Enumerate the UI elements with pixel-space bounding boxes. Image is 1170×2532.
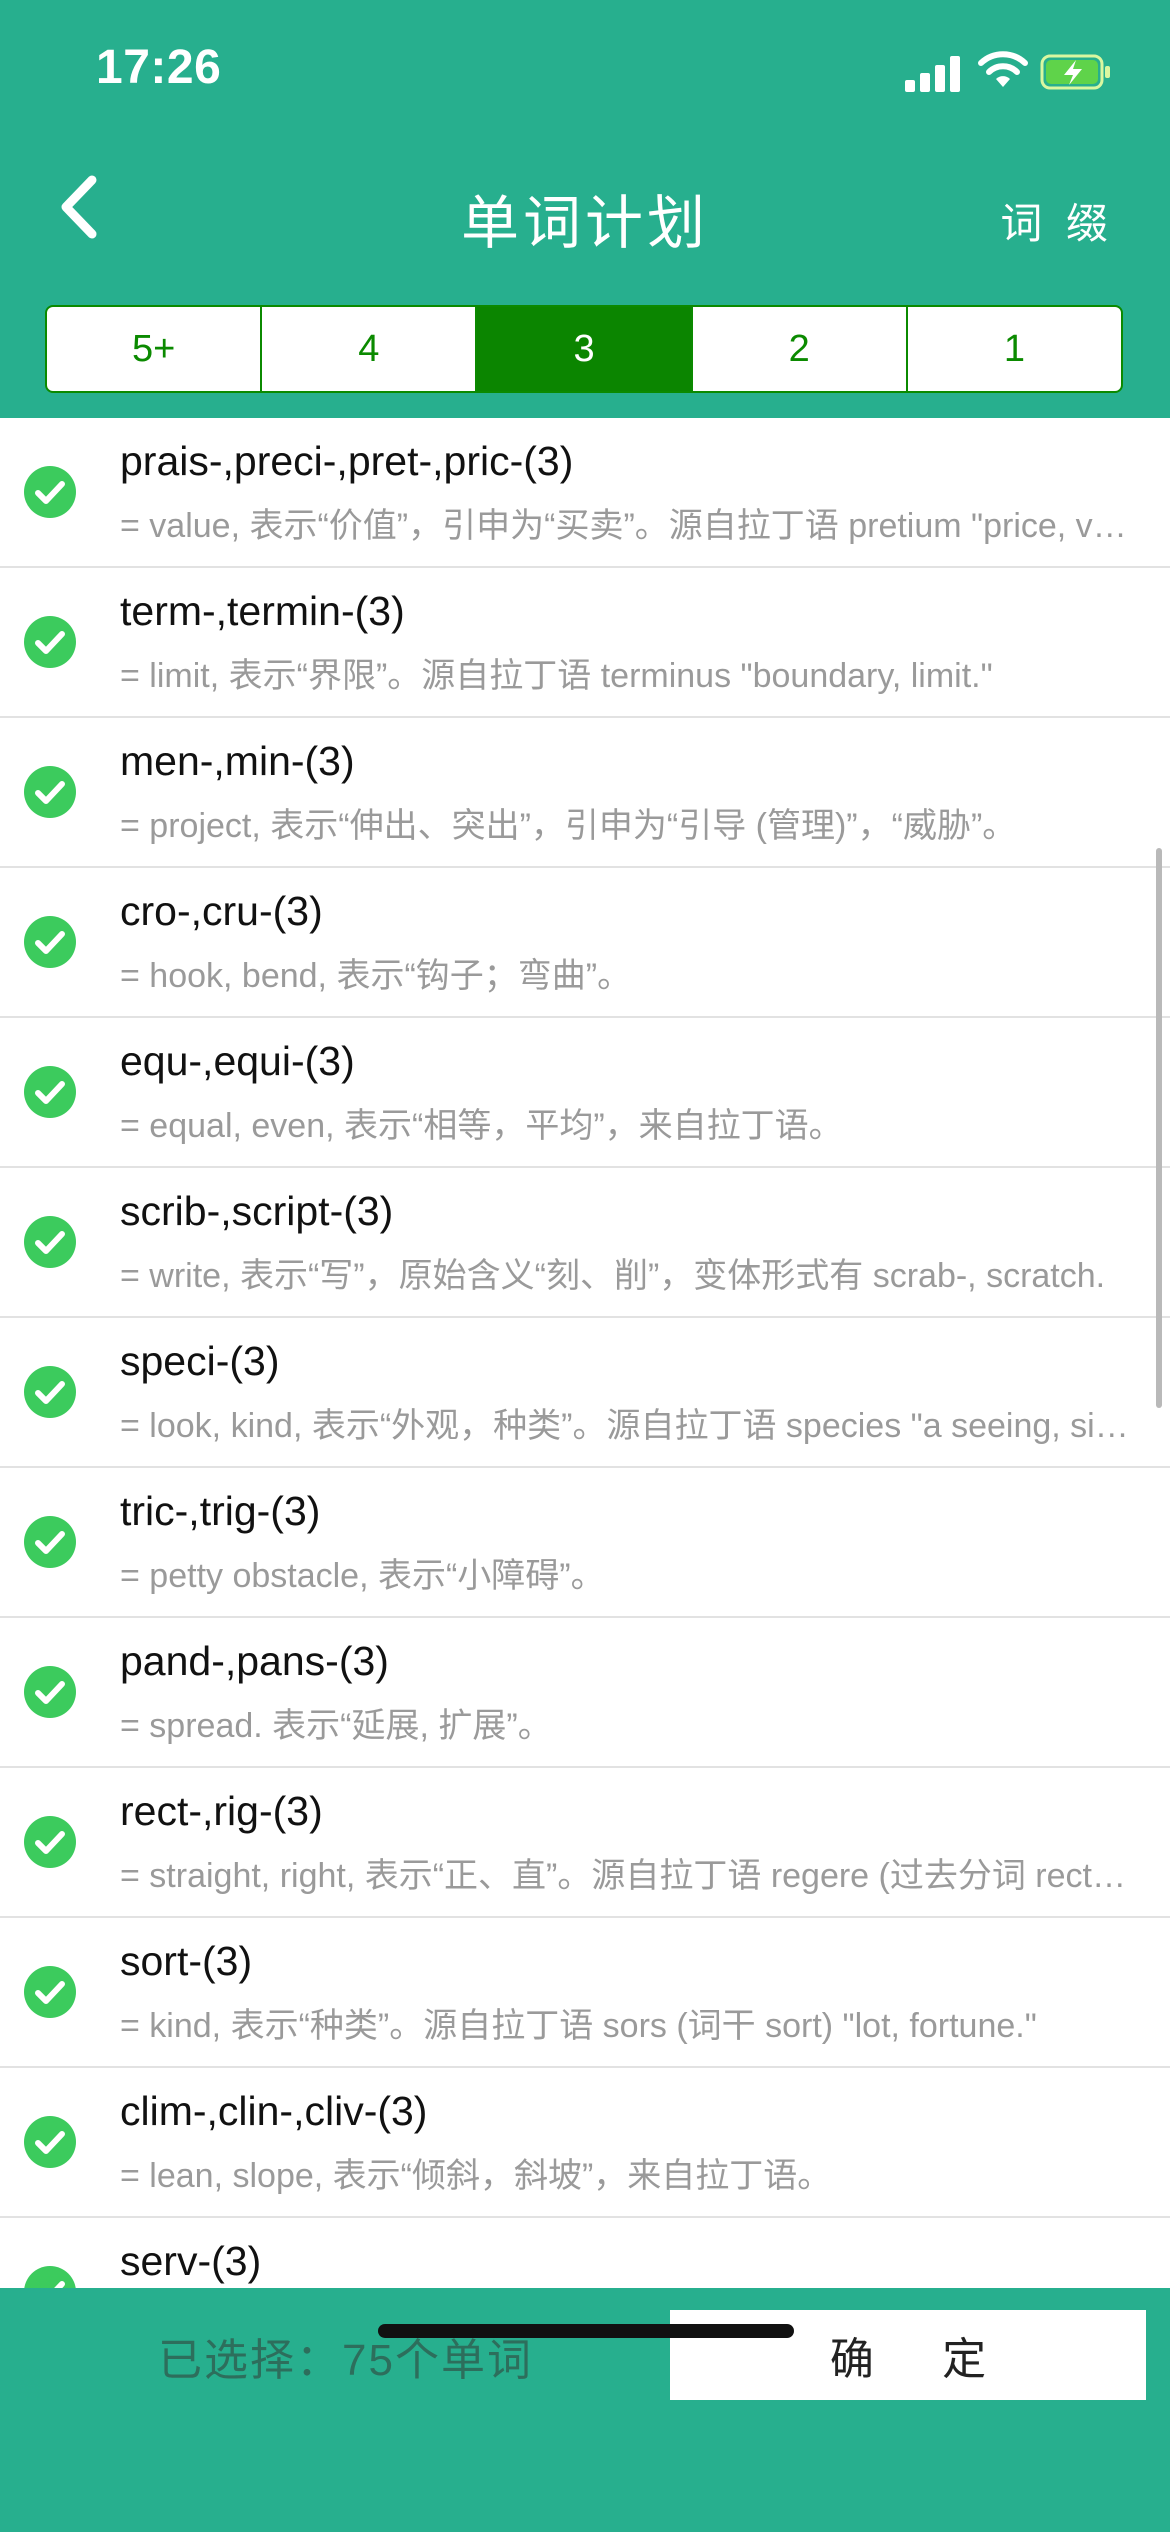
checkmark-circle-icon[interactable]: [24, 916, 76, 968]
item-description: = spread. 表示“延展, 扩展”。: [120, 1707, 552, 1745]
list-item[interactable]: equ-,equi-(3) = equal, even, 表示“相等，平均”，来…: [0, 1018, 1170, 1168]
segment-4[interactable]: 4: [262, 307, 478, 391]
item-title: pand-,pans-(3): [120, 1638, 389, 1684]
list-item[interactable]: speci-(3) = look, kind, 表示“外观，种类”。源自拉丁语 …: [0, 1318, 1170, 1468]
checkmark-circle-icon[interactable]: [24, 1216, 76, 1268]
item-description: = look, kind, 表示“外观，种类”。源自拉丁语 species "a…: [120, 1407, 1140, 1445]
list-item[interactable]: cro-,cru-(3) = hook, bend, 表示“钩子；弯曲”。: [0, 868, 1170, 1018]
item-description: = hook, bend, 表示“钩子；弯曲”。: [120, 957, 632, 995]
battery-charging-icon: [1040, 54, 1110, 90]
item-title: term-,termin-(3): [120, 588, 405, 634]
item-description: = kind, 表示“种类”。源自拉丁语 sors (词干 sort) "lot…: [120, 2007, 1037, 2045]
checkmark-circle-icon[interactable]: [24, 1366, 76, 1418]
header: 17:26 单词计划 词 缀 5+ 4 3 2 1: [0, 0, 1170, 418]
list-item[interactable]: pand-,pans-(3) = spread. 表示“延展, 扩展”。: [0, 1618, 1170, 1768]
item-title: cro-,cru-(3): [120, 888, 323, 934]
level-segmented-control: 5+ 4 3 2 1: [45, 305, 1123, 393]
item-title: serv-(3): [120, 2238, 262, 2284]
affix-button[interactable]: 词 缀: [1000, 190, 1114, 251]
list-item[interactable]: serv-(3): [0, 2218, 1170, 2288]
item-description: = project, 表示“伸出、突出”，引申为“引导 (管理)”，“威胁”。: [120, 807, 1017, 845]
checkmark-circle-icon[interactable]: [24, 1516, 76, 1568]
segment-5plus[interactable]: 5+: [47, 307, 263, 391]
list-item[interactable]: scrib-,script-(3) = write, 表示“写”，原始含义“刻、…: [0, 1168, 1170, 1318]
checkmark-circle-icon[interactable]: [24, 616, 76, 668]
checkmark-circle-icon[interactable]: [24, 1666, 76, 1718]
list-item[interactable]: men-,min-(3) = project, 表示“伸出、突出”，引申为“引导…: [0, 718, 1170, 868]
item-title: prais-,preci-,pret-,pric-(3): [120, 438, 574, 484]
checkmark-circle-icon[interactable]: [24, 766, 76, 818]
home-indicator[interactable]: [378, 2324, 794, 2338]
item-description: = write, 表示“写”，原始含义“刻、削”，变体形式有 scrab-, s…: [120, 1257, 1106, 1295]
checkmark-circle-icon[interactable]: [24, 2266, 76, 2288]
segment-3[interactable]: 3: [477, 307, 693, 391]
item-description: = petty obstacle, 表示“小障碍”。: [120, 1557, 605, 1595]
item-title: men-,min-(3): [120, 738, 355, 784]
checkmark-circle-icon[interactable]: [24, 2116, 76, 2168]
item-description: = lean, slope, 表示“倾斜，斜坡”，来自拉丁语。: [120, 2157, 832, 2195]
checkmark-circle-icon[interactable]: [24, 1816, 76, 1868]
segment-1[interactable]: 1: [908, 307, 1121, 391]
list-item[interactable]: rect-,rig-(3) = straight, right, 表示“正、直”…: [0, 1768, 1170, 1918]
item-title: sort-(3): [120, 1938, 253, 1984]
item-description: = limit, 表示“界限”。源自拉丁语 terminus "boundary…: [120, 657, 993, 695]
scrollbar[interactable]: [1156, 848, 1162, 1408]
page-title: 单词计划: [460, 191, 709, 256]
wifi-icon: [978, 51, 1028, 87]
checkmark-circle-icon[interactable]: [24, 1966, 76, 2018]
item-description: = straight, right, 表示“正、直”。源自拉丁语 regere …: [120, 1857, 1140, 1895]
list-item[interactable]: sort-(3) = kind, 表示“种类”。源自拉丁语 sors (词干 s…: [0, 1918, 1170, 2068]
item-title: rect-,rig-(3): [120, 1788, 323, 1834]
list-item[interactable]: prais-,preci-,pret-,pric-(3) = value, 表示…: [0, 418, 1170, 568]
cellular-signal-icon: [905, 56, 961, 92]
item-title: scrib-,script-(3): [120, 1188, 394, 1234]
checkmark-circle-icon[interactable]: [24, 466, 76, 518]
status-time: 17:26: [96, 41, 222, 94]
status-bar: 17:26: [0, 0, 1170, 150]
item-title: clim-,clin-,cliv-(3): [120, 2088, 428, 2134]
item-title: tric-,trig-(3): [120, 1488, 321, 1534]
checkmark-circle-icon[interactable]: [24, 1066, 76, 1118]
item-title: equ-,equi-(3): [120, 1038, 355, 1084]
nav-bar: 单词计划 词 缀: [0, 150, 1170, 290]
list-item[interactable]: tric-,trig-(3) = petty obstacle, 表示“小障碍”…: [0, 1468, 1170, 1618]
item-title: speci-(3): [120, 1338, 280, 1384]
affix-list: prais-,preci-,pret-,pric-(3) = value, 表示…: [0, 418, 1170, 2288]
list-item[interactable]: clim-,clin-,cliv-(3) = lean, slope, 表示“倾…: [0, 2068, 1170, 2218]
segment-2[interactable]: 2: [693, 307, 908, 391]
item-description: = value, 表示“价值”，引申为“买卖”。源自拉丁语 pretium "p…: [120, 507, 1140, 545]
list-item[interactable]: term-,termin-(3) = limit, 表示“界限”。源自拉丁语 t…: [0, 568, 1170, 718]
item-description: = equal, even, 表示“相等，平均”，来自拉丁语。: [120, 1107, 843, 1145]
